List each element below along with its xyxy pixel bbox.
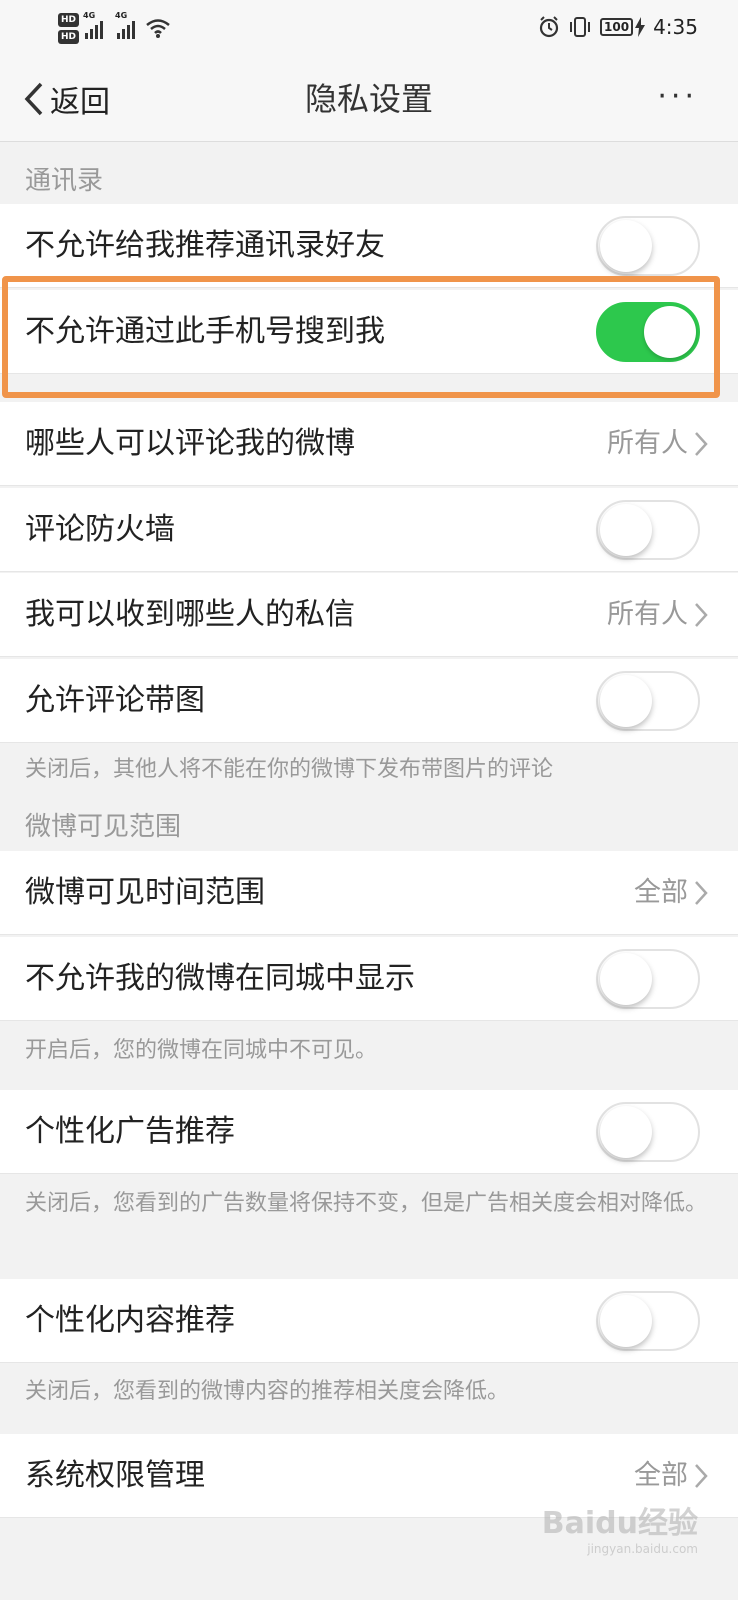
setting-row-who-can-comment[interactable]: 哪些人可以评论我的微博 所有人 [0,402,738,486]
setting-row-personalized-ads: 个性化广告推荐 [0,1090,738,1174]
status-left: HD HD 4G 4G [58,8,171,48]
toggle-switch[interactable] [596,671,700,731]
toggle-switch[interactable] [596,302,700,362]
page-title: 隐私设置 [304,80,433,118]
setting-row-allow-image-comments: 允许评论带图 [0,659,738,743]
toggle-knob [600,1295,652,1347]
note-content: 关闭后，您看到的微博内容的推荐相关度会降低。 [25,1379,510,1404]
hd-badge: HD [58,29,80,44]
navigation-bar: 返回 隐私设置 ··· [0,54,738,142]
toggle-knob [600,504,652,556]
toggle-switch[interactable] [596,1291,700,1351]
setting-row-visible-time-range[interactable]: 微博可见时间范围 全部 [0,851,738,935]
network-type: 4G [83,11,96,20]
setting-label: 系统权限管理 [25,1458,205,1493]
toggle-knob [644,306,696,358]
setting-label: 不允许我的微博在同城中显示 [25,961,415,996]
clock: 4:35 [653,15,698,39]
hd-badge: HD [58,12,80,27]
signal-icon: 4G [115,11,136,39]
setting-value: 所有人 [607,402,708,486]
setting-label: 不允许给我推荐通讯录好友 [25,228,385,263]
setting-label: 我可以收到哪些人的私信 [25,597,355,632]
toggle-knob [600,220,652,272]
chevron-right-icon [695,603,708,627]
hd-indicators: HD HD [58,12,80,44]
setting-label: 微博可见时间范围 [25,875,265,910]
toggle-switch[interactable] [596,500,700,560]
chevron-right-icon [695,1464,708,1488]
setting-row-hide-in-local: 不允许我的微博在同城中显示 [0,937,738,1021]
signal-icon: 4G [83,11,104,39]
note-ads: 关闭后，您看到的广告数量将保持不变，但是广告相关度会相对降低。 [25,1191,708,1216]
setting-row-no-recommend-contacts: 不允许给我推荐通讯录好友 [0,204,738,288]
section-header-weibo-visibility: 微博可见范围 [25,812,182,842]
setting-row-no-search-by-phone: 不允许通过此手机号搜到我 [0,290,738,374]
setting-row-comment-firewall: 评论防火墙 [0,488,738,572]
note-image-comments: 关闭后，其他人将不能在你的微博下发布带图片的评论 [25,757,554,782]
toggle-knob [600,675,652,727]
chevron-right-icon [695,432,708,456]
alarm-icon [539,16,559,38]
value-text: 所有人 [607,599,688,630]
baidu-watermark: Baidu经验 jingyan.baidu.com [542,1498,698,1556]
value-text: 全部 [634,877,688,908]
value-text: 所有人 [607,428,688,459]
setting-row-who-can-message[interactable]: 我可以收到哪些人的私信 所有人 [0,573,738,657]
toggle-switch[interactable] [596,1102,700,1162]
setting-value: 所有人 [607,573,708,657]
network-type: 4G [115,11,128,20]
setting-label: 不允许通过此手机号搜到我 [25,314,385,349]
status-right: 100 4:35 [538,10,698,44]
section-header-contacts: 通讯录 [25,166,104,196]
status-bar: HD HD 4G 4G 100 4:35 [0,0,738,54]
setting-label: 个性化内容推荐 [25,1303,235,1338]
chevron-right-icon [695,881,708,905]
battery-indicator: 100 [600,18,634,36]
setting-label: 评论防火墙 [25,512,175,547]
watermark-url: jingyan.baidu.com [587,1542,698,1556]
more-options-button[interactable]: ··· [657,74,698,124]
note-local: 开启后，您的微博在同城中不可见。 [25,1038,378,1063]
charging-icon [635,17,646,37]
watermark-brand: Baidu经验 [541,1506,698,1541]
setting-label: 哪些人可以评论我的微博 [25,426,355,461]
more-icon: ··· [657,79,698,114]
toggle-knob [600,1106,652,1158]
toggle-switch[interactable] [596,216,700,276]
toggle-knob [600,953,652,1005]
setting-label: 个性化广告推荐 [25,1114,235,1149]
vibrate-icon [570,17,591,37]
toggle-switch[interactable] [596,949,700,1009]
setting-row-personalized-content: 个性化内容推荐 [0,1279,738,1363]
wifi-icon [146,19,170,38]
setting-label: 允许评论带图 [25,683,205,718]
setting-value: 全部 [634,851,708,935]
